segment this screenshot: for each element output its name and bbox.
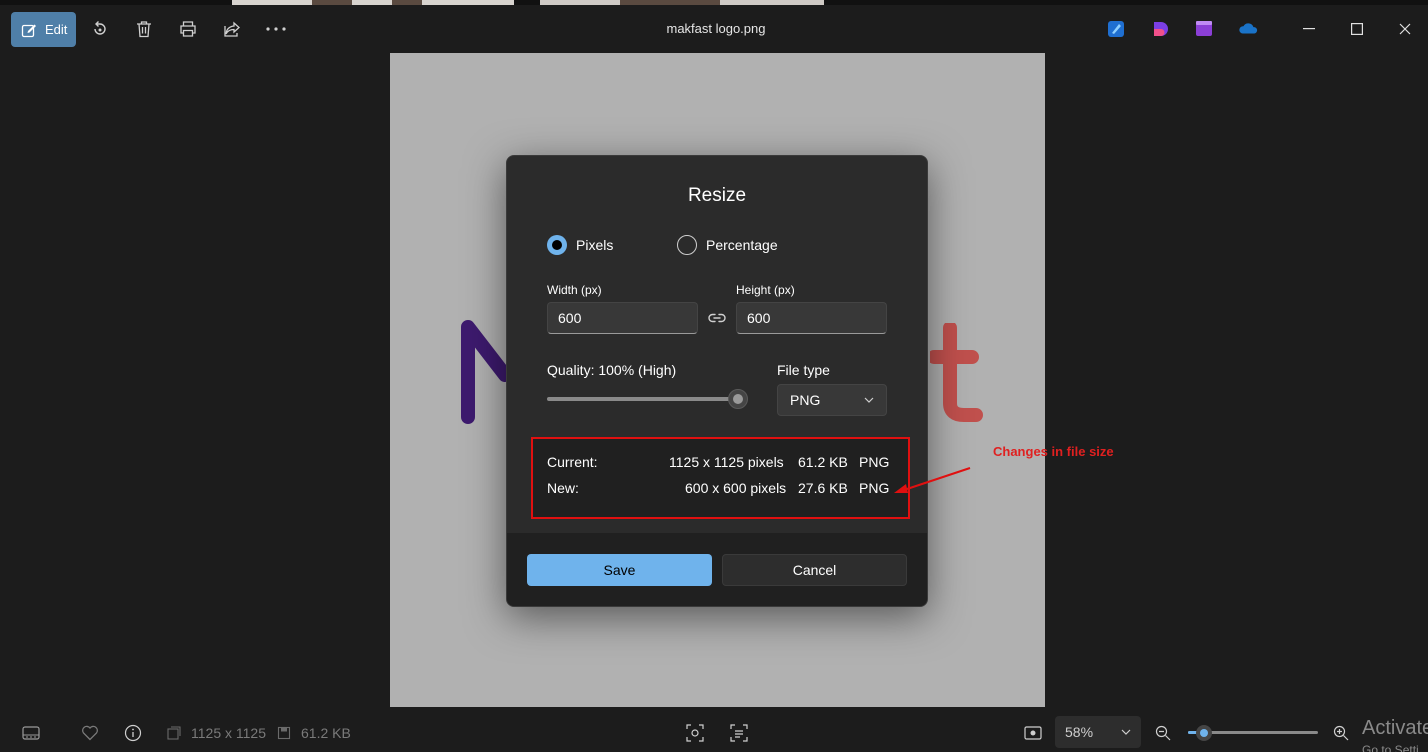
- radio-pixels[interactable]: Pixels: [547, 235, 613, 255]
- zoom-value: 58%: [1065, 724, 1094, 740]
- zoom-in-icon[interactable]: [1331, 723, 1351, 743]
- maximize-icon[interactable]: [1345, 17, 1369, 41]
- file-type-label: File type: [777, 362, 830, 378]
- minimize-icon[interactable]: [1297, 17, 1321, 41]
- fit-to-window-icon[interactable]: [1023, 723, 1043, 743]
- onedrive-app-icon[interactable]: [1238, 19, 1258, 39]
- dialog-title: Resize: [687, 185, 747, 206]
- chevron-down-icon: [1121, 729, 1131, 735]
- width-label: Width (px): [547, 283, 602, 297]
- file-size-icon: [274, 723, 294, 743]
- radio-pixels-label: Pixels: [576, 237, 614, 253]
- clipchamp-app-icon[interactable]: [1150, 19, 1170, 39]
- height-input[interactable]: [736, 302, 887, 334]
- link-icon[interactable]: [707, 308, 727, 328]
- info-icon[interactable]: [123, 723, 143, 743]
- zoom-out-icon[interactable]: [1153, 723, 1173, 743]
- designer-app-icon[interactable]: [1106, 19, 1126, 39]
- visual-search-icon[interactable]: [685, 723, 705, 743]
- save-button[interactable]: Save: [527, 554, 712, 586]
- file-type-select[interactable]: PNG: [777, 384, 887, 416]
- toolbar: Edit makfast logo.png: [4, 5, 1428, 53]
- cancel-button[interactable]: Cancel: [722, 554, 907, 586]
- status-file-size: 61.2 KB: [301, 725, 351, 741]
- logo-letter-t: [930, 323, 983, 422]
- quality-slider-track[interactable]: [547, 397, 737, 401]
- annotation-text: Changes in file size: [993, 444, 1114, 459]
- activate-windows-watermark: Activate: [1362, 717, 1428, 739]
- resize-dialog: Resize Pixels Percentage Width (px) Heig…: [506, 155, 928, 607]
- close-icon[interactable]: [1393, 17, 1417, 41]
- radio-percentage[interactable]: Percentage: [677, 235, 778, 255]
- photos-window: Edit makfast logo.png Resize Pixels Perc…: [4, 5, 1428, 752]
- image-size-icon: [164, 723, 184, 743]
- filmstrip-icon[interactable]: [21, 723, 41, 743]
- zoom-level-select[interactable]: 58%: [1055, 716, 1141, 748]
- file-type-value: PNG: [790, 392, 821, 408]
- zoom-slider-thumb[interactable]: [1195, 725, 1212, 741]
- chevron-down-icon: [864, 397, 874, 403]
- width-input[interactable]: [547, 302, 698, 334]
- quality-slider-thumb[interactable]: [728, 389, 748, 409]
- radio-unselected-icon[interactable]: [677, 235, 697, 255]
- status-bar: 1125 x 1125 61.2 KB 58% Activate Go to S…: [0, 707, 1428, 752]
- status-dimensions: 1125 x 1125: [191, 725, 266, 741]
- annotation-highlight-box: [531, 437, 910, 519]
- activate-windows-subtext: Go to Setti: [1362, 743, 1419, 752]
- height-label: Height (px): [736, 283, 795, 297]
- quality-label: Quality: 100% (High): [547, 362, 677, 378]
- annotation-arrow-icon: [894, 467, 971, 493]
- file-title: makfast logo.png: [666, 21, 766, 36]
- favorite-heart-icon[interactable]: [80, 723, 100, 743]
- radio-percentage-label: Percentage: [706, 237, 778, 253]
- video-editor-app-icon[interactable]: [1194, 19, 1214, 39]
- radio-selected-icon[interactable]: [547, 235, 567, 255]
- text-scan-icon[interactable]: [729, 723, 749, 743]
